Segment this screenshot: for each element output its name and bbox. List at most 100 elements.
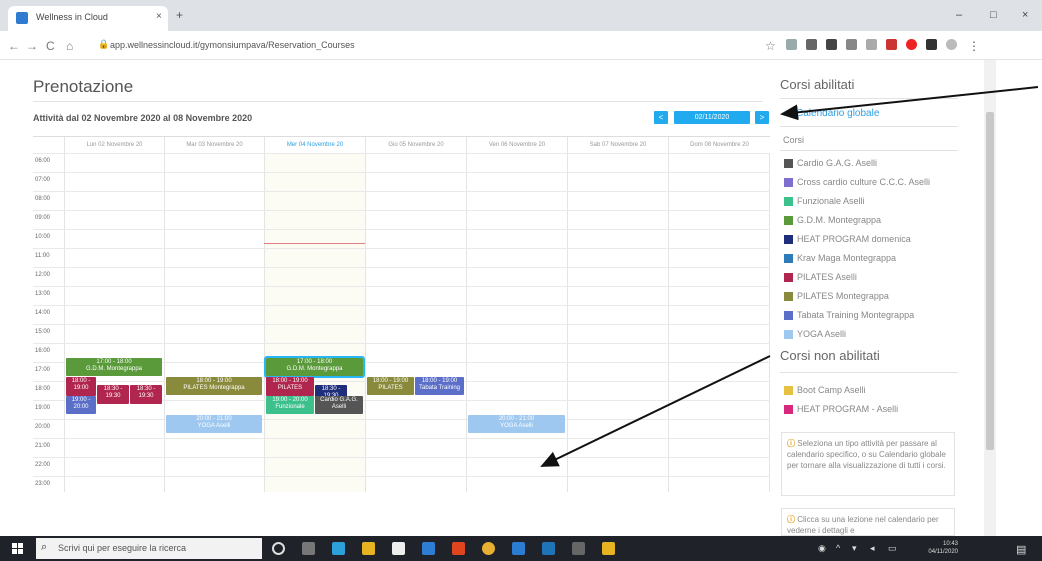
scrollbar-thumb[interactable] xyxy=(986,112,994,450)
menu-icon[interactable]: ⋮ xyxy=(968,39,980,53)
hour-label: 07:00 xyxy=(35,177,51,183)
event-time: 17:00 - 18:00 xyxy=(96,359,132,365)
enabled-courses-title: Corsi abilitati xyxy=(780,77,855,92)
taskbar-clock[interactable]: 10:43 04/11/2020 xyxy=(922,540,958,556)
grid-line xyxy=(668,153,669,492)
windows-start-icon[interactable] xyxy=(12,543,23,554)
hour-label: 13:00 xyxy=(35,291,51,297)
cortana-icon[interactable] xyxy=(272,542,285,555)
tray-network-icon[interactable]: ▾ xyxy=(852,543,857,554)
today-column xyxy=(264,153,365,492)
mail-icon[interactable] xyxy=(422,542,435,555)
event-pilates[interactable]: 18:30 - 19:30 xyxy=(130,385,162,404)
course-label: PILATES Aselli xyxy=(797,272,857,282)
hour-row xyxy=(33,438,770,439)
course-label: YOGA Aselli xyxy=(797,329,847,339)
event-name: PILATES xyxy=(378,385,403,391)
tray-volume-icon[interactable]: ◂ xyxy=(870,543,875,554)
day-header: Sab 07 Novembre 20 xyxy=(567,137,668,153)
event-cardio[interactable]: Cardio G.A.G. Aselli xyxy=(315,396,363,414)
event-tabata[interactable]: 19:00 - 20:00 xyxy=(66,396,96,414)
taskbar-search-input[interactable]: ⌕ Scrivi qui per eseguire la ricerca xyxy=(36,538,262,559)
course-label: Funzionale Aselli xyxy=(797,196,865,206)
hour-row xyxy=(33,343,770,344)
event-name: PILATES xyxy=(277,385,303,391)
url-field[interactable]: 🔒 app.wellnessincloud.it/gymonsiumpava/R… xyxy=(98,38,748,54)
hour-label: 17:00 xyxy=(35,367,51,373)
hour-label: 15:00 xyxy=(35,329,51,335)
app-icon[interactable] xyxy=(572,542,585,555)
home-icon[interactable]: ⌂ xyxy=(66,39,73,53)
tray-chevron-icon[interactable]: ^ xyxy=(836,543,840,553)
extension-icon[interactable] xyxy=(866,39,877,50)
course-label: PILATES Montegrappa xyxy=(797,291,889,301)
explorer-icon[interactable] xyxy=(362,542,375,555)
new-tab-button[interactable]: + xyxy=(176,8,183,22)
extension-icon[interactable] xyxy=(786,39,797,50)
next-week-button[interactable]: > xyxy=(755,111,769,124)
extension-icon[interactable] xyxy=(826,39,837,50)
maximize-button[interactable]: □ xyxy=(990,9,997,21)
tray-people-icon[interactable]: ◉ xyxy=(818,543,826,554)
word-icon[interactable] xyxy=(512,542,525,555)
task-view-icon[interactable] xyxy=(302,542,315,555)
hour-row xyxy=(33,153,770,154)
hour-label: 12:00 xyxy=(35,272,51,278)
global-calendar-link[interactable]: Calendario globale xyxy=(796,108,879,119)
chrome-icon[interactable] xyxy=(482,542,495,555)
event-pilates[interactable]: 18:30 - 19:30 xyxy=(97,385,129,404)
event-funzionale[interactable]: 19:00 - 20:00 Funzionale xyxy=(266,396,314,414)
star-icon[interactable]: ☆ xyxy=(765,39,776,53)
event-pilates-montegrappa[interactable]: 18:00 - 19:00 PILATES Montegrappa xyxy=(166,377,262,395)
hour-label: 21:00 xyxy=(35,443,51,449)
event-time: 19:00 - 20:00 xyxy=(71,397,91,410)
event-tabata[interactable]: 18:00 - 19:00 Tabata Training xyxy=(415,377,464,395)
day-header: Mer 04 Novembre 20 xyxy=(264,137,365,153)
event-gdm[interactable]: 17:00 - 18:00 G.D.M. Montegrappa xyxy=(66,358,162,376)
profile-avatar[interactable] xyxy=(946,39,957,50)
back-icon[interactable]: ← xyxy=(8,39,20,53)
page-content: Prenotazione Attività dal 02 Novembre 20… xyxy=(0,60,1042,536)
course-color-swatch xyxy=(784,330,793,339)
grid-line xyxy=(769,153,770,492)
store-icon[interactable] xyxy=(392,542,405,555)
course-color-swatch xyxy=(784,159,793,168)
tray-battery-icon[interactable]: ▭ xyxy=(888,543,897,554)
course-label: Krav Maga Montegrappa xyxy=(797,253,897,263)
day-header: Dom 08 Novembre 20 xyxy=(668,137,770,153)
date-picker-button[interactable]: 02/11/2020 xyxy=(674,111,750,124)
event-pilates[interactable]: 18:00 - 19:00 PILATES xyxy=(266,377,314,396)
extension-icon[interactable] xyxy=(886,39,897,50)
extension-icon[interactable] xyxy=(926,39,937,50)
current-time-line xyxy=(264,243,365,244)
app-icon[interactable] xyxy=(542,542,555,555)
event-pilates[interactable]: 18:00 - 19:00 xyxy=(66,377,96,396)
divider xyxy=(780,150,958,151)
hour-row xyxy=(33,210,770,211)
event-name: G.D.M. Montegrappa xyxy=(85,366,143,372)
hint-text: Seleziona un tipo attività per passare a… xyxy=(787,439,946,470)
extension-icon[interactable] xyxy=(906,39,917,50)
reload-icon[interactable]: C xyxy=(46,39,55,53)
extension-icon[interactable] xyxy=(846,39,857,50)
window-close-button[interactable]: × xyxy=(1022,9,1028,21)
hour-row xyxy=(33,419,770,420)
tab-close-icon[interactable]: × xyxy=(156,11,162,22)
browser-tab[interactable]: Wellness in Cloud × xyxy=(8,6,168,31)
event-time: 18:00 - 19:00 xyxy=(71,378,91,391)
edge-icon[interactable] xyxy=(332,542,345,555)
grid-line xyxy=(466,153,467,492)
notification-icon[interactable]: ▤ xyxy=(1016,543,1026,556)
app-icon[interactable] xyxy=(602,542,615,555)
minimize-button[interactable]: – xyxy=(956,9,962,21)
forward-icon[interactable]: → xyxy=(26,39,38,53)
event-gdm-selected[interactable]: 17:00 - 18:00 G.D.M. Montegrappa xyxy=(264,356,365,378)
office-icon[interactable] xyxy=(452,542,465,555)
extension-icon[interactable] xyxy=(806,39,817,50)
course-label: Cardio G.A.G. Aselli xyxy=(797,158,878,168)
prev-week-button[interactable]: < xyxy=(654,111,668,124)
event-pilates[interactable]: 18:00 - 19:00 PILATES xyxy=(367,377,414,395)
info-icon: ⓘ xyxy=(787,515,795,524)
event-yoga[interactable]: 20:00 - 21:00 YOGA Aselli xyxy=(166,415,262,433)
event-yoga[interactable]: 20:00 - 21:00 YOGA Aselli xyxy=(468,415,565,433)
